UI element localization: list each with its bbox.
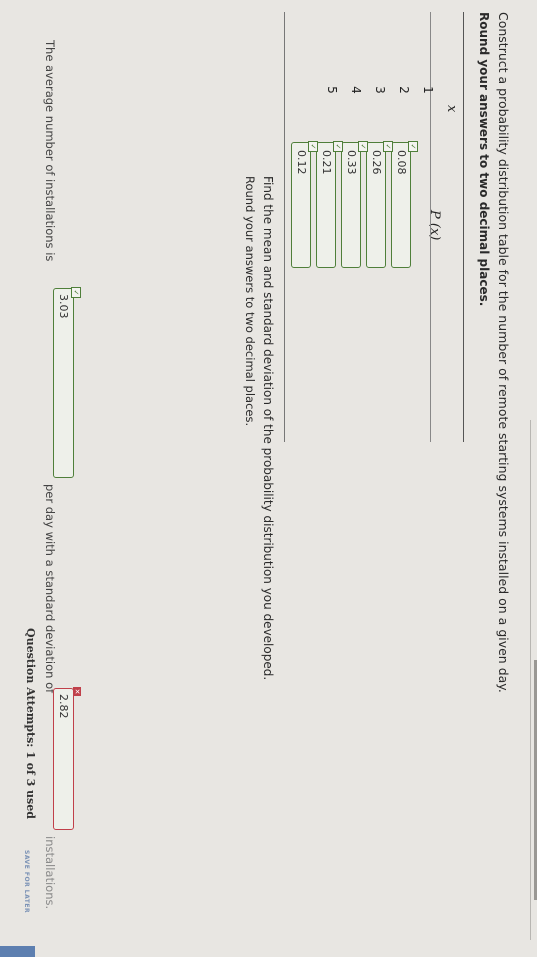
sentence-sd-middle: per day with a standard deviation of	[43, 484, 57, 694]
part2-prompt: Find the mean and standard deviation of …	[261, 176, 275, 681]
table-x-value: 3	[373, 86, 387, 94]
mean-input[interactable]: ✓ 3.03	[53, 287, 81, 478]
table-x-value: 2	[397, 86, 411, 94]
sd-input[interactable]: ✕ 2.82	[53, 687, 81, 830]
sentence-mean-prefix: The average number of installations is	[43, 40, 57, 262]
table-x-value: 5	[325, 86, 339, 94]
correct-check-icon: ✓	[408, 141, 418, 152]
table-header-rule	[430, 12, 431, 442]
input-value: 0.08	[395, 150, 408, 175]
px-input-row-2[interactable]: ✓ 0.26	[366, 141, 393, 268]
correct-check-icon: ✓	[383, 141, 393, 152]
column-header-x: x	[444, 105, 459, 113]
correct-check-icon: ✓	[308, 141, 318, 152]
correct-check-icon: ✓	[71, 287, 81, 298]
question-panel: Construct a probability distribution tab…	[0, 0, 537, 957]
px-input-row-4[interactable]: ✓ 0.21	[316, 141, 343, 268]
save-for-later-link[interactable]: SAVE FOR LATER	[23, 850, 30, 913]
px-input-row-1[interactable]: ✓ 0.08	[391, 141, 418, 268]
submit-tab[interactable]	[0, 946, 35, 957]
input-value: 0.12	[295, 150, 308, 175]
question-prompt: Construct a probability distribution tab…	[496, 12, 511, 693]
correct-check-icon: ✓	[333, 141, 343, 152]
input-value: 2.82	[57, 694, 70, 719]
header-divider-thin	[530, 420, 531, 940]
table-bottom-rule	[284, 12, 285, 442]
question-attempts: Question Attempts: 1 of 3 used	[24, 628, 37, 819]
input-value: 0.33	[345, 150, 358, 175]
px-input-row-5[interactable]: ✓ 0.12	[291, 141, 318, 268]
input-value: 0.26	[370, 150, 383, 175]
sentence-sd-suffix: installations.	[43, 836, 57, 910]
px-input-row-3[interactable]: ✓ 0.33	[341, 141, 368, 268]
table-x-value: 4	[349, 86, 363, 94]
table-x-value: 1	[421, 86, 435, 94]
rounding-instruction: Round your answers to two decimal places…	[477, 12, 491, 307]
incorrect-x-icon: ✕	[73, 687, 81, 696]
part2-rounding-instruction: Round your answers to two decimal places…	[243, 176, 257, 427]
input-value: 0.21	[320, 150, 333, 175]
correct-check-icon: ✓	[358, 141, 368, 152]
table-top-rule	[463, 12, 464, 442]
input-value: 3.03	[57, 294, 70, 319]
